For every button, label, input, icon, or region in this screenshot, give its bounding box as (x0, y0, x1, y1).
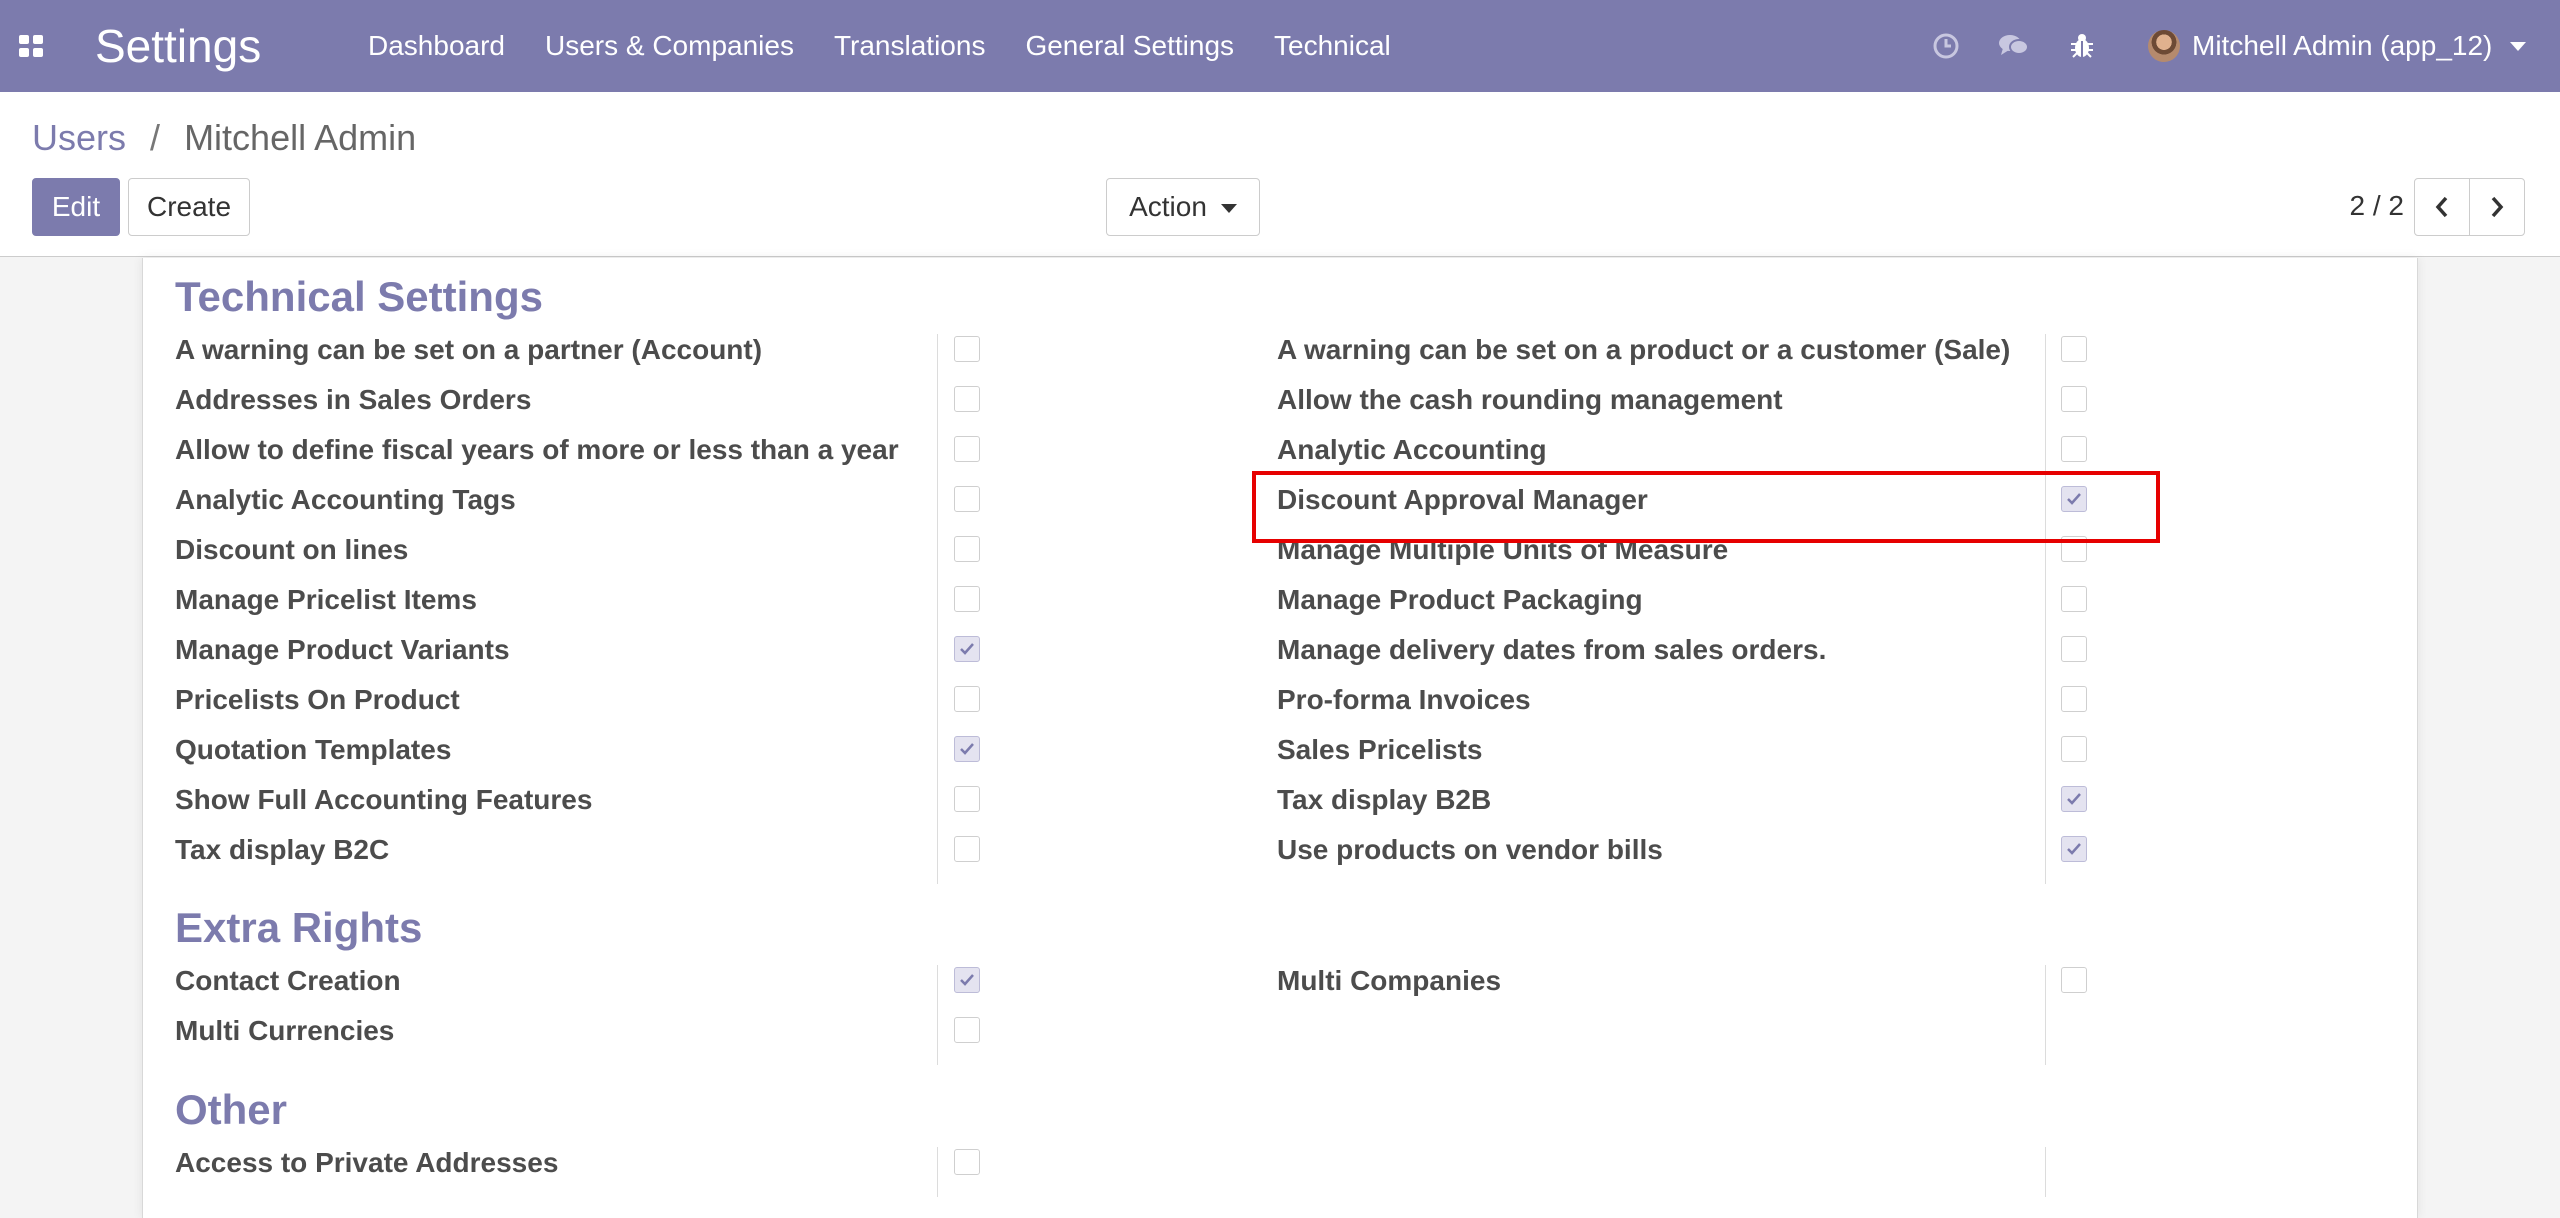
column-divider (2045, 334, 2046, 884)
field-label: A warning can be set on a product or a c… (1277, 334, 2011, 365)
chat-icon[interactable] (1998, 30, 2030, 62)
field-checkbox[interactable] (2061, 336, 2087, 362)
field-label: Sales Pricelists (1277, 734, 1483, 765)
menu-dashboard[interactable]: Dashboard (368, 26, 505, 66)
field-label: Show Full Accounting Features (175, 784, 593, 815)
field-label: Tax display B2B (1277, 784, 1492, 815)
field-checkbox[interactable] (954, 636, 980, 662)
field-checkbox[interactable] (954, 967, 980, 993)
top-navbar: Settings Dashboard Users & Companies Tra… (0, 0, 2560, 92)
breadcrumb-users-link[interactable]: Users (32, 117, 126, 158)
field-label: Pro-forma Invoices (1277, 684, 1531, 715)
action-label: Action (1129, 191, 1207, 222)
breadcrumb-separator: / (150, 117, 161, 158)
section-title-other: Other (175, 1086, 288, 1133)
field-checkbox[interactable] (954, 586, 980, 612)
menu-users-companies[interactable]: Users & Companies (545, 26, 794, 66)
field-label: Manage Product Variants (175, 634, 510, 665)
menu-translations[interactable]: Translations (834, 26, 985, 66)
field-label: Allow to define fiscal years of more or … (175, 434, 899, 465)
apps-menu-icon[interactable] (19, 35, 43, 57)
field-label: Contact Creation (175, 965, 401, 996)
field-checkbox[interactable] (954, 786, 980, 812)
main-menu: Dashboard Users & Companies Translations… (368, 26, 1431, 66)
field-label: Access to Private Addresses (175, 1147, 559, 1178)
field-label: Pricelists On Product (175, 684, 460, 715)
field-label: Addresses in Sales Orders (175, 384, 532, 415)
pager-previous-button[interactable] (2414, 178, 2470, 236)
field-checkbox[interactable] (2061, 967, 2087, 993)
field-label: A warning can be set on a partner (Accou… (175, 334, 763, 365)
field-checkbox[interactable] (2061, 636, 2087, 662)
chevron-left-icon (2435, 196, 2448, 218)
field-checkbox[interactable] (2061, 436, 2087, 462)
menu-general-settings[interactable]: General Settings (1025, 26, 1234, 66)
column-divider (2045, 1147, 2046, 1197)
bug-icon[interactable] (2066, 30, 2098, 62)
field-checkbox[interactable] (954, 836, 980, 862)
field-checkbox[interactable] (954, 536, 980, 562)
menu-technical[interactable]: Technical (1274, 26, 1391, 66)
field-label: Use products on vendor bills (1277, 834, 1663, 865)
field-checkbox[interactable] (954, 736, 980, 762)
field-label: Multi Currencies (175, 1015, 395, 1046)
control-panel: Users / Mitchell Admin Edit Create Actio… (0, 92, 2560, 257)
chevron-right-icon (2491, 196, 2504, 218)
chevron-down-icon (2510, 41, 2527, 51)
column-divider (937, 965, 938, 1065)
form-sheet: Technical Settings A warning can be set o… (142, 258, 2418, 1218)
field-label: Manage Product Packaging (1277, 584, 1643, 615)
app-title: Settings (95, 20, 262, 72)
field-checkbox[interactable] (2061, 836, 2087, 862)
field-checkbox[interactable] (954, 386, 980, 412)
field-checkbox[interactable] (2061, 786, 2087, 812)
clock-icon[interactable] (1930, 30, 1962, 62)
avatar (2148, 30, 2180, 62)
field-checkbox[interactable] (954, 436, 980, 462)
column-divider (2045, 965, 2046, 1065)
field-label: Tax display B2C (175, 834, 390, 865)
action-dropdown-button[interactable]: Action (1106, 178, 1260, 236)
section-title-technical: Technical Settings (175, 273, 543, 320)
field-checkbox[interactable] (954, 486, 980, 512)
field-checkbox[interactable] (954, 1149, 980, 1175)
field-checkbox[interactable] (954, 1017, 980, 1043)
field-label: Quotation Templates (175, 734, 452, 765)
user-menu[interactable]: Mitchell Admin (app_12) (2148, 24, 2527, 68)
field-checkbox[interactable] (2061, 586, 2087, 612)
field-label: Analytic Accounting (1277, 434, 1547, 465)
caret-down-icon (1220, 204, 1237, 214)
column-divider (937, 1147, 938, 1197)
field-checkbox[interactable] (954, 686, 980, 712)
field-label: Allow the cash rounding management (1277, 384, 1783, 415)
breadcrumb-current: Mitchell Admin (184, 117, 417, 158)
field-checkbox[interactable] (2061, 386, 2087, 412)
field-label: Manage Pricelist Items (175, 584, 477, 615)
field-label: Discount on lines (175, 534, 409, 565)
breadcrumb: Users / Mitchell Admin (32, 116, 416, 160)
highlight-box (1252, 471, 2160, 543)
edit-button[interactable]: Edit (32, 178, 120, 236)
user-name: Mitchell Admin (app_12) (2192, 30, 2493, 61)
field-checkbox[interactable] (2061, 736, 2087, 762)
pager-next-button[interactable] (2469, 178, 2525, 236)
field-label: Manage delivery dates from sales orders. (1277, 634, 1827, 665)
pager-value[interactable]: 2 / 2 (2330, 184, 2404, 228)
create-button[interactable]: Create (128, 178, 250, 236)
field-checkbox[interactable] (954, 336, 980, 362)
field-label: Multi Companies (1277, 965, 1502, 996)
field-checkbox[interactable] (2061, 686, 2087, 712)
column-divider (937, 334, 938, 884)
field-label: Analytic Accounting Tags (175, 484, 516, 515)
section-title-extra: Extra Rights (175, 904, 423, 951)
